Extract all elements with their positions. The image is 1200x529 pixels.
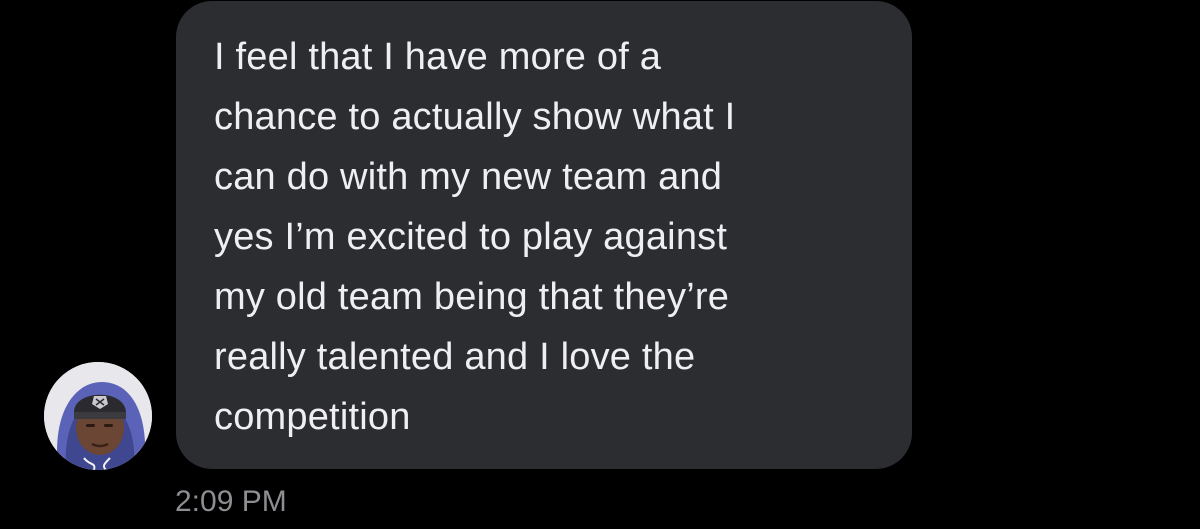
message-timestamp: 2:09 PM <box>175 485 287 518</box>
sender-avatar[interactable] <box>44 362 152 470</box>
message-text: I feel that I have more of a chance to a… <box>214 36 736 438</box>
contact-photo-icon <box>44 362 152 470</box>
message-thread: I feel that I have more of a chance to a… <box>0 0 1200 529</box>
message-bubble[interactable]: I feel that I have more of a chance to a… <box>176 1 912 469</box>
